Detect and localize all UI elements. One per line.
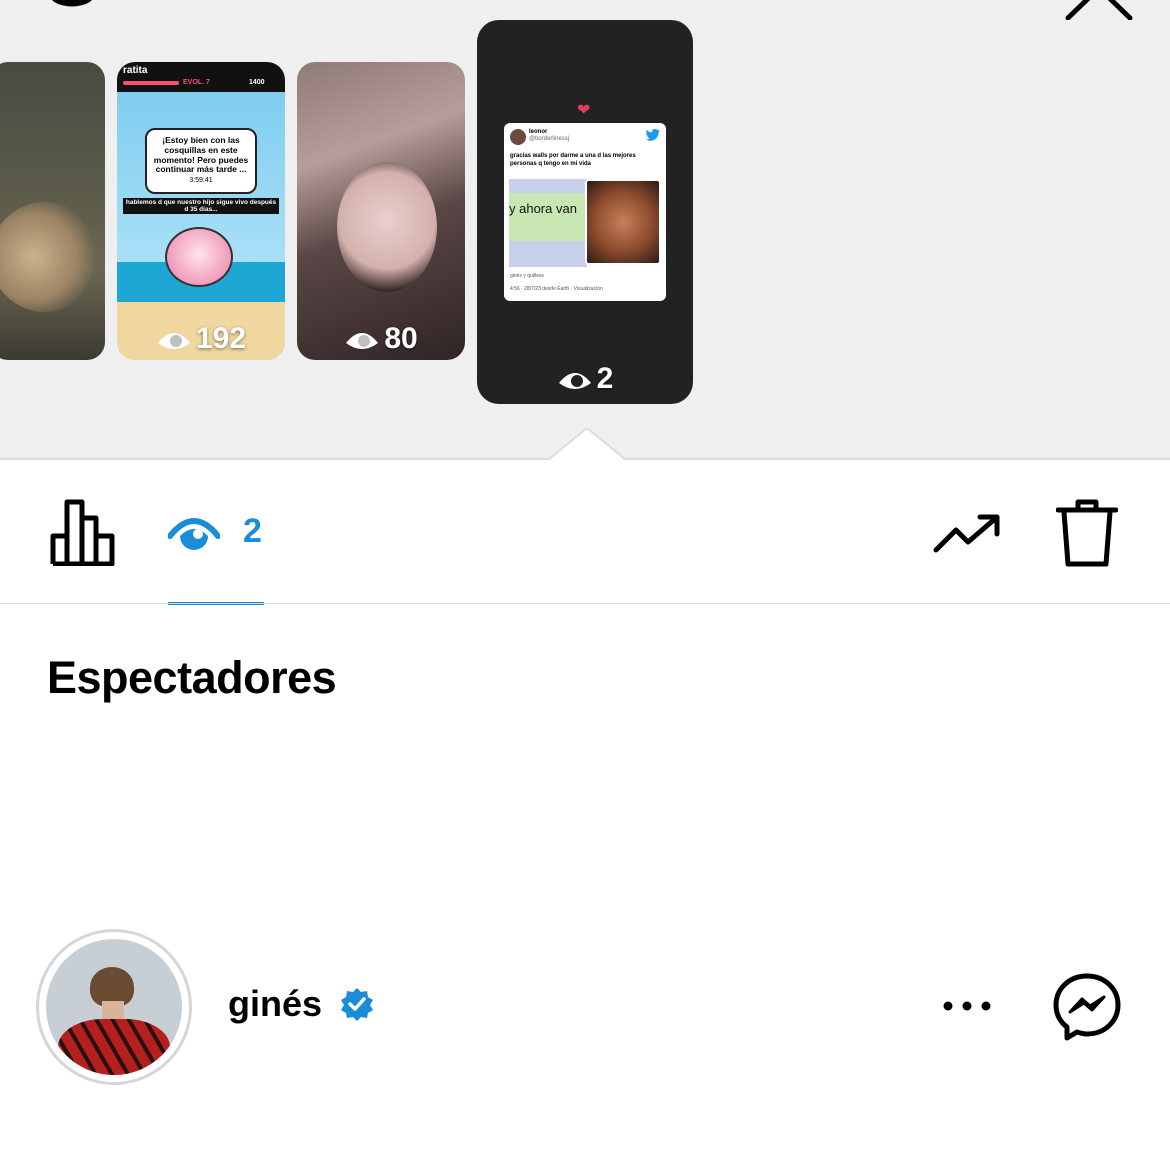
toolbar-divider [0,603,1170,604]
avatar-jacket [58,1019,170,1075]
messenger-icon[interactable] [1052,972,1122,1042]
story-thumbnail-active[interactable]: ❤ leonor @borderlinessj gracias walls po… [477,20,693,404]
tweet-meme: y ahora van [509,179,587,267]
story-thumbnail[interactable]: 198 [0,62,105,360]
game-coins: 1400 [249,79,265,86]
tweet-author: leonor @borderlinessj [529,129,569,142]
story-view-count: 2 [477,362,693,396]
selected-story-pointer [548,428,626,462]
eye-icon [157,333,190,349]
bar-chart-icon[interactable] [50,498,118,566]
game-progress [123,81,179,85]
game-speech-bubble: ¡Estoy bien con las cosquillas en este m… [145,128,257,194]
heart-sticker: ❤ [577,102,591,119]
eye-icon [346,333,379,349]
game-topbar: ratita EVOL. 7 1400 [117,62,285,92]
story-thumbnail[interactable]: 80 [297,62,465,360]
tweet-avatar [510,129,526,145]
tweet-text: gracias walls por darme a una d las mejo… [510,153,636,167]
viewers-count[interactable]: 2 [243,512,262,551]
tweet-card: leonor @borderlinessj gracias walls por … [504,123,666,301]
tweet-name: leonor [529,129,548,135]
settings-icon[interactable] [42,0,102,18]
more-icon[interactable] [942,998,992,1014]
eye-icon[interactable] [168,512,220,552]
story-view-count: 80 [297,322,465,356]
story-caption: hablemos d que nuestro hijo sigue vivo d… [123,198,279,214]
verified-icon [341,988,373,1021]
story-image [0,202,100,312]
tweet-tagged: ginés y quilless [510,273,544,279]
speech-text: ¡Estoy bien con las cosquillas en este m… [153,135,249,175]
close-icon[interactable] [1062,0,1136,20]
section-title: Espectadores [47,652,337,703]
avatar[interactable] [46,939,182,1075]
meme-text: y ahora van [509,201,577,216]
viewer-username[interactable]: ginés [228,983,322,1025]
story-view-count: 192 [117,322,285,356]
game-title: ratita [123,65,148,76]
trash-icon[interactable] [1056,498,1118,568]
story-image [337,162,437,292]
trending-icon[interactable] [932,512,1002,556]
speech-timer: 3:59:41 [189,177,213,185]
tweet-handle: @borderlinessj [529,135,570,142]
tweet-media: y ahora van [509,179,661,267]
twitter-icon [646,129,660,141]
tweet-meta: 4:56 · 28/7/23 desde Earth · Visualizaci… [510,286,603,292]
tweet-photo [585,179,661,265]
game-pet [165,227,233,287]
eye-icon [558,373,591,389]
story-thumbnail[interactable]: ratita EVOL. 7 1400 ¡Estoy bien con las … [117,62,285,360]
game-level: EVOL. 7 [183,79,210,86]
